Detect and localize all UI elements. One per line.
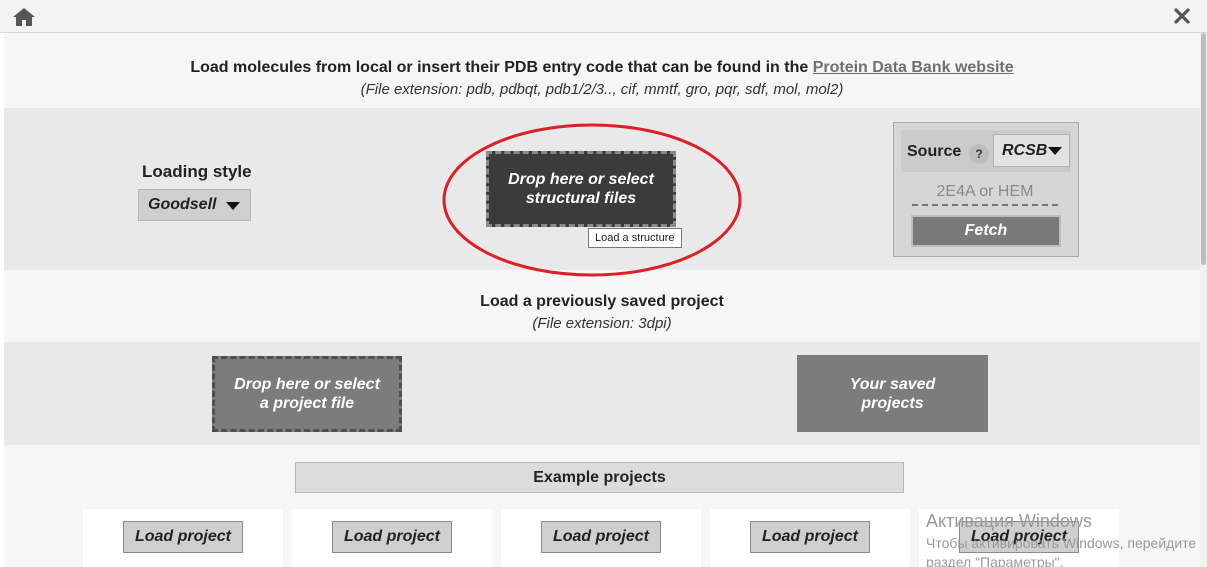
drop-structure-label-line1: Drop here or select	[508, 171, 654, 188]
chevron-down-icon	[1048, 147, 1062, 155]
project-load-section: Drop here or select a project file Your …	[4, 342, 1200, 445]
load-project-subtitle: (File extension: 3dpi)	[532, 315, 672, 332]
example-project-card: Load project	[710, 509, 910, 567]
pdb-website-link[interactable]: Protein Data Bank website	[813, 59, 1014, 76]
structure-load-section: Loading style Goodsell Drop here or sele…	[4, 108, 1200, 277]
load-molecules-subtitle: (File extension: pdb, pdbqt, pdb1/2/3..,…	[360, 81, 844, 98]
example-project-card: Load project	[83, 509, 283, 567]
example-project-card: Load project	[919, 509, 1119, 567]
saved-projects-label-line1: Your saved	[849, 375, 936, 393]
drop-project-label-line1: Drop here or select	[234, 376, 380, 393]
drop-structure-label-line2: structural files	[525, 190, 637, 207]
drop-project-label-line2: a project file	[259, 395, 355, 412]
drop-project-file[interactable]: Drop here or select a project file	[212, 356, 402, 432]
scrollbar-thumb[interactable]	[1201, 33, 1206, 265]
top-bar	[0, 0, 1207, 33]
loading-style-label: Loading style	[142, 162, 252, 181]
load-project-button[interactable]: Load project	[959, 521, 1079, 553]
load-structure-tooltip: Load a structure	[588, 228, 682, 248]
load-project-button[interactable]: Load project	[750, 521, 870, 553]
load-panel: Load molecules from local or insert thei…	[4, 33, 1200, 567]
source-row: Source ? RCSB	[901, 130, 1071, 172]
chevron-down-icon	[226, 202, 240, 210]
saved-projects-label-line2: projects	[861, 394, 924, 412]
load-project-title: Load a previously saved project	[480, 293, 724, 310]
load-project-button[interactable]: Load project	[332, 521, 452, 553]
load-molecules-title-text: Load molecules from local or insert thei…	[190, 59, 813, 76]
load-project-button[interactable]: Load project	[123, 521, 243, 553]
load-molecules-title: Load molecules from local or insert thei…	[4, 59, 1200, 77]
help-icon[interactable]: ?	[969, 144, 989, 164]
example-project-card: Load project	[292, 509, 492, 567]
saved-projects-button[interactable]: Your saved projects	[797, 355, 988, 432]
source-panel: Source ? RCSB Fetch	[893, 122, 1079, 257]
drop-structure-files[interactable]: Drop here or select structural files	[486, 151, 676, 227]
pdb-code-input[interactable]	[912, 180, 1058, 206]
source-label: Source	[907, 143, 962, 160]
home-icon[interactable]	[12, 6, 36, 28]
example-projects-toggle[interactable]: Example projects	[295, 462, 904, 493]
loading-style-select[interactable]: Goodsell	[138, 189, 251, 221]
example-project-card: Load project	[501, 509, 701, 567]
loading-style-value: Goodsell	[148, 196, 217, 213]
fetch-button[interactable]: Fetch	[911, 215, 1061, 247]
load-project-button[interactable]: Load project	[541, 521, 661, 553]
source-select[interactable]: RCSB	[993, 134, 1070, 167]
source-select-value: RCSB	[1002, 142, 1048, 159]
close-icon[interactable]	[1173, 7, 1191, 25]
